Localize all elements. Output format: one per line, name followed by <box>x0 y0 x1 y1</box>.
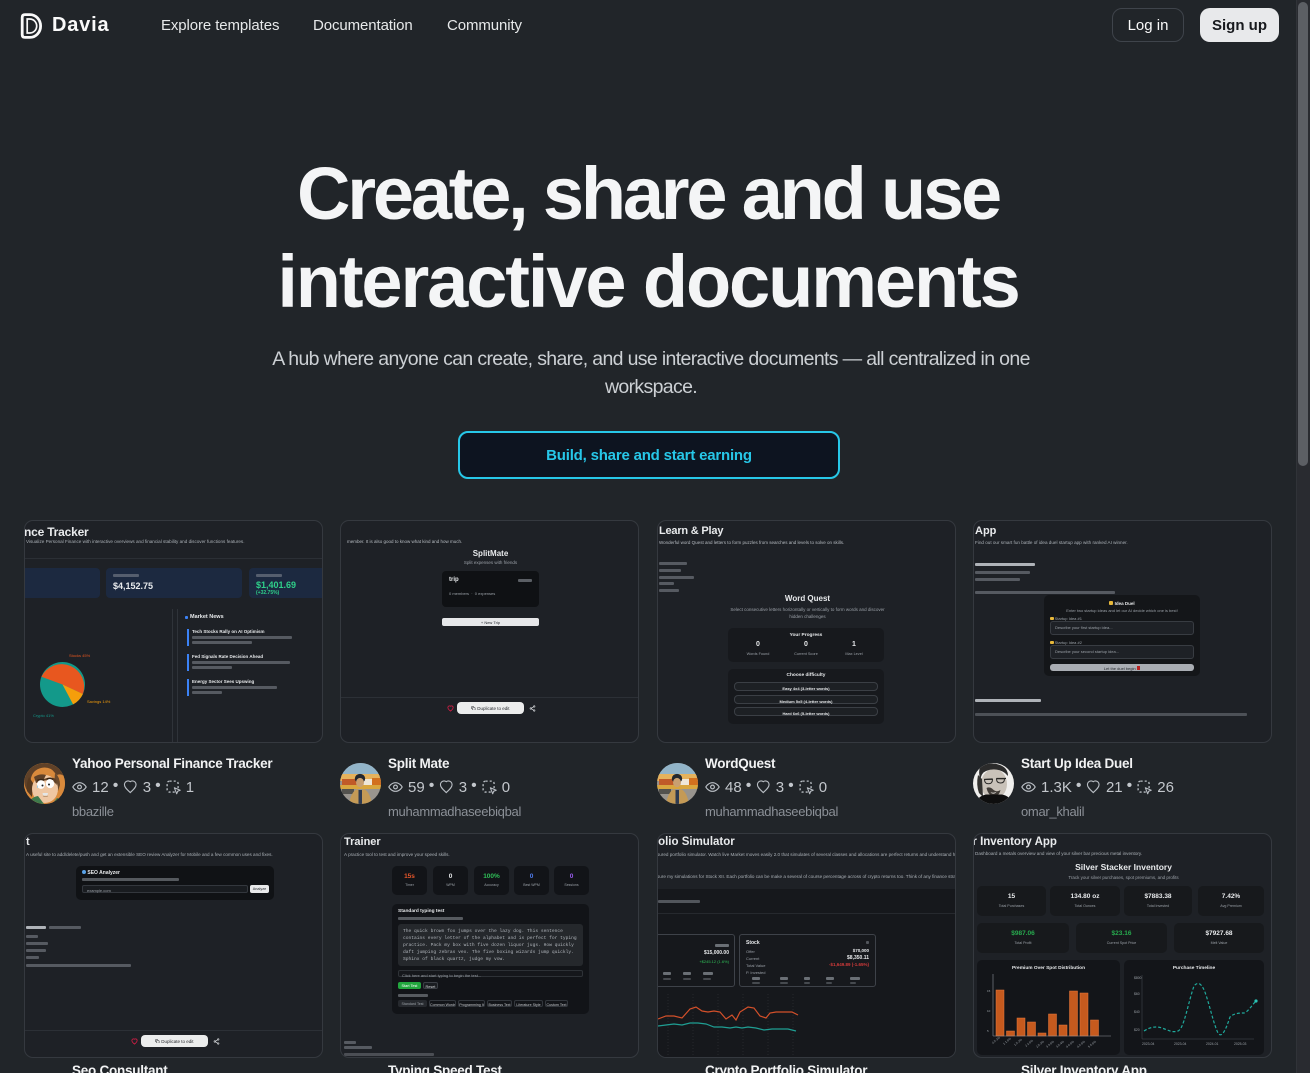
svg-text:0.5-1%: 0.5-1% <box>991 1035 1001 1044</box>
svg-text:1-1.5%: 1-1.5% <box>1002 1036 1012 1045</box>
svg-text:5: 5 <box>987 1029 989 1033</box>
svg-text:$60: $60 <box>1134 992 1140 996</box>
svg-text:2023-04: 2023-04 <box>1174 1042 1187 1046</box>
svg-text:3-3.5%: 3-3.5% <box>1045 1039 1055 1048</box>
svg-text:10: 10 <box>987 1009 991 1013</box>
svg-text:2025-03: 2025-03 <box>1234 1042 1247 1046</box>
svg-text:4-4.5%: 4-4.5% <box>1065 1039 1075 1048</box>
svg-text:1.5-2%: 1.5-2% <box>1013 1037 1023 1046</box>
svg-text:$800: $800 <box>1134 976 1142 980</box>
svg-text:3.5-4%: 3.5-4% <box>1055 1039 1065 1048</box>
svg-text:$20: $20 <box>1134 1028 1140 1032</box>
svg-text:2-2.5%: 2-2.5% <box>1024 1038 1034 1047</box>
svg-text:$40: $40 <box>1134 1010 1140 1014</box>
svg-text:5-5.5%: 5-5.5% <box>1087 1039 1097 1048</box>
svg-text:2023-04: 2023-04 <box>1142 1042 1155 1046</box>
svg-text:2.5-3%: 2.5-3% <box>1035 1039 1045 1048</box>
svg-text:15: 15 <box>987 989 991 993</box>
svg-text:4.5-5%: 4.5-5% <box>1076 1039 1086 1048</box>
svg-text:2024-01: 2024-01 <box>1206 1042 1219 1046</box>
